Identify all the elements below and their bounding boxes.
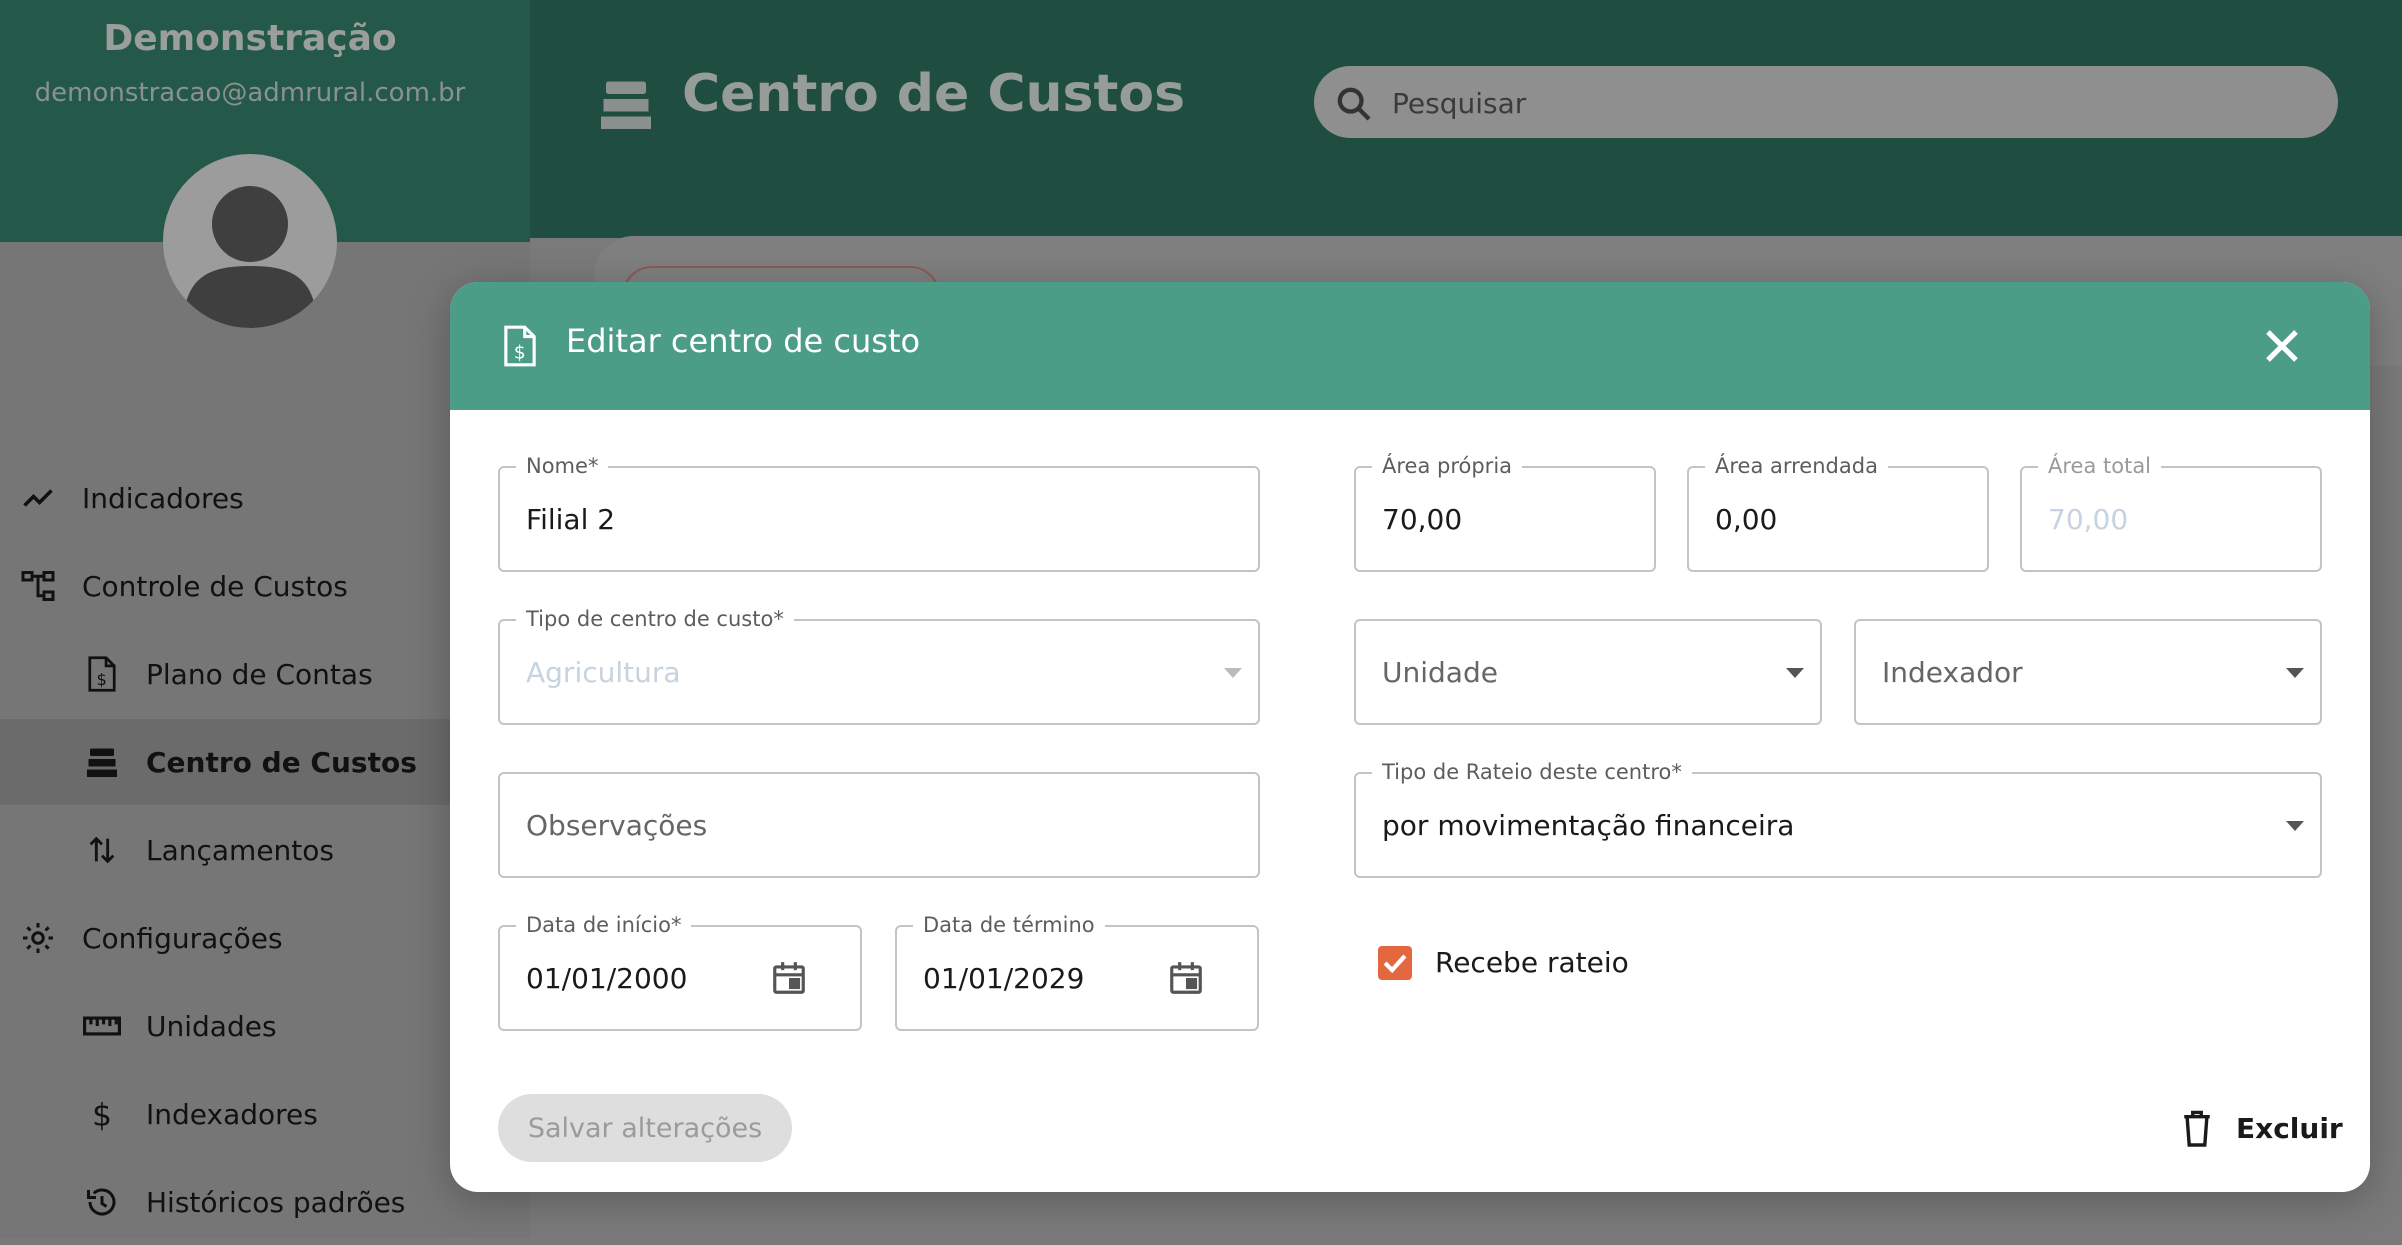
sidebar-item-label: Centro de Custos xyxy=(146,745,417,779)
cash-register-icon xyxy=(596,74,656,134)
history-icon xyxy=(82,1182,122,1222)
area-arrendada-input[interactable]: 0,00 xyxy=(1715,468,1777,570)
close-icon[interactable] xyxy=(2258,322,2306,370)
sidebar-item-label: Controle de Custos xyxy=(82,569,348,603)
svg-text:$: $ xyxy=(97,670,107,689)
user-silhouette-icon xyxy=(183,186,317,328)
ruler-icon xyxy=(82,1006,122,1046)
search-input[interactable] xyxy=(1390,66,2294,140)
data-termino-input[interactable]: 01/01/2029 xyxy=(923,927,1084,1029)
dollar-icon: $ xyxy=(82,1094,122,1134)
observacoes-field[interactable]: Observações xyxy=(498,772,1260,878)
calendar-icon[interactable] xyxy=(1167,958,1205,998)
svg-text:$: $ xyxy=(92,1097,112,1133)
recebe-rateio-label: Recebe rateio xyxy=(1435,946,1629,979)
area-propria-input[interactable]: 70,00 xyxy=(1382,468,1462,570)
nome-input[interactable]: Filial 2 xyxy=(526,468,615,570)
trending-up-icon xyxy=(18,478,58,518)
document-dollar-icon: $ xyxy=(500,324,540,368)
swap-vertical-icon xyxy=(82,830,122,870)
save-button[interactable]: Salvar alterações xyxy=(498,1094,792,1162)
check-icon xyxy=(1383,954,1407,974)
chevron-down-icon xyxy=(1224,668,1242,678)
calendar-icon[interactable] xyxy=(770,958,808,998)
area-propria-field[interactable]: Área própria 70,00 xyxy=(1354,454,1656,572)
area-total-value: 70,00 xyxy=(2048,502,2129,536)
tipo-centro-select[interactable]: Tipo de centro de custo* Agricultura xyxy=(498,607,1260,725)
nome-field[interactable]: Nome* Filial 2 xyxy=(498,454,1260,572)
chevron-down-icon xyxy=(2286,821,2304,831)
sidebar-item-label: Unidades xyxy=(146,1009,277,1043)
sidebar-item-label: Lançamentos xyxy=(146,833,335,867)
chevron-down-icon xyxy=(1786,668,1804,678)
unidade-select[interactable]: Unidade xyxy=(1354,619,1822,725)
hierarchy-icon xyxy=(18,566,58,606)
data-inicio-field[interactable]: Data de início* 01/01/2000 xyxy=(498,913,862,1031)
avatar[interactable] xyxy=(163,154,337,328)
search-icon xyxy=(1334,84,1374,124)
sidebar-item-label: Plano de Contas xyxy=(146,657,373,691)
tipo-rateio-value: por movimentação financeira xyxy=(1382,808,1795,842)
data-inicio-input[interactable]: 01/01/2000 xyxy=(526,927,687,1029)
data-termino-field[interactable]: Data de término 01/01/2029 xyxy=(895,913,1259,1031)
user-email: demonstracao@admrural.com.br xyxy=(34,78,466,108)
edit-cost-center-dialog: $ Editar centro de custo Nome* Filial 2 … xyxy=(450,282,2370,1192)
delete-label: Excluir xyxy=(2236,1111,2343,1145)
observacoes-placeholder: Observações xyxy=(526,808,708,842)
page-title: Centro de Custos xyxy=(682,64,1186,124)
sidebar-item-label: Indexadores xyxy=(146,1097,318,1131)
delete-button[interactable]: Excluir xyxy=(2180,1104,2343,1152)
recebe-rateio-checkbox[interactable] xyxy=(1378,946,1412,980)
trash-icon xyxy=(2184,1110,2210,1147)
area-arrendada-field[interactable]: Área arrendada 0,00 xyxy=(1687,454,1989,572)
svg-text:$: $ xyxy=(514,343,526,364)
cash-register-icon xyxy=(82,742,122,782)
tipo-centro-value: Agricultura xyxy=(526,655,681,689)
chevron-down-icon xyxy=(2286,668,2304,678)
sidebar-item-label: Históricos padrões xyxy=(146,1185,406,1219)
dialog-title: Editar centro de custo xyxy=(566,322,921,360)
sidebar-item-label: Configurações xyxy=(82,921,283,955)
unidade-placeholder: Unidade xyxy=(1382,655,1498,689)
indexador-select[interactable]: Indexador xyxy=(1854,619,2322,725)
gear-icon xyxy=(18,918,58,958)
user-name: Demonstração xyxy=(103,18,397,59)
area-total-field: Área total 70,00 xyxy=(2020,454,2322,572)
sidebar-item-label: Indicadores xyxy=(82,481,244,515)
indexador-placeholder: Indexador xyxy=(1882,655,2023,689)
tipo-rateio-select[interactable]: Tipo de Rateio deste centro* por movimen… xyxy=(1354,760,2322,878)
document-dollar-icon: $ xyxy=(82,654,122,694)
